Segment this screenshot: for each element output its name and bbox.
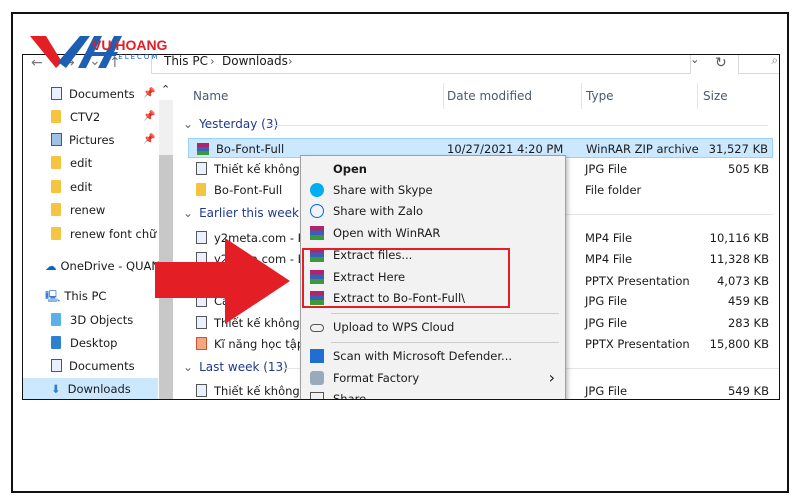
logo-subtext: TELECOM (112, 53, 160, 61)
search-box[interactable]: ⌕ (738, 54, 779, 74)
menu-item-scan-with-microsoft-defender[interactable]: Scan with Microsoft Defender... (301, 346, 565, 367)
sidebar-item-edit[interactable]: edit (51, 152, 92, 174)
sidebar-item-pictures[interactable]: Pictures (51, 129, 115, 151)
refresh-button[interactable]: ↻ (715, 55, 727, 71)
powerpoint-icon (196, 337, 207, 350)
defender-shield-icon (310, 349, 324, 363)
breadcrumb-downloads[interactable]: Downloads (222, 55, 288, 68)
folder-icon (196, 183, 206, 196)
file-size: 549 KB (727, 384, 769, 398)
sidebar-item-downloads[interactable]: ⬇ Downloads (23, 378, 158, 399)
sidebar-item-3d-objects[interactable]: 3D Objects (51, 309, 133, 331)
sidebar-item-onedrive[interactable]: ☁ OneDrive - QUAN (45, 255, 160, 277)
sidebar-item-desktop[interactable]: Desktop (51, 332, 117, 354)
file-type: MP4 File (585, 252, 633, 266)
sidebar-item-documents-pc[interactable]: Documents (51, 355, 135, 377)
menu-separator (331, 342, 559, 343)
menu-item-open[interactable]: Open (301, 159, 565, 180)
menu-item-share-with-skype[interactable]: Share with Skype (301, 180, 565, 201)
computer-icon: 🖳 (45, 289, 61, 303)
pin-icon: 📌 (143, 134, 156, 145)
file-type: MP4 File (585, 231, 633, 245)
sidebar-item-renew[interactable]: renew (51, 199, 105, 221)
pin-icon: 📌 (143, 88, 156, 99)
file-name: Bo-Font-Full (214, 183, 283, 197)
pictures-icon (51, 133, 62, 146)
file-size: 31,527 KB (708, 142, 768, 156)
file-type: JPG File (585, 316, 628, 330)
sidebar-item-renew-font[interactable]: renew font chữ (51, 223, 156, 245)
documents-icon (51, 359, 62, 372)
file-type: PPTX Presentation (585, 274, 690, 288)
winrar-icon (197, 143, 209, 155)
file-type: WinRAR ZIP archive (586, 142, 699, 156)
file-size: 11,328 KB (709, 252, 769, 266)
menu-item-format-factory[interactable]: Format Factory › (301, 368, 565, 389)
sidebar-item-edit[interactable]: edit (51, 176, 92, 198)
download-icon: ⬇ (51, 382, 61, 396)
red-arrow-annotation (155, 238, 290, 324)
extract-options-highlight (302, 248, 510, 308)
pin-icon: 📌 (143, 111, 156, 122)
column-name[interactable]: Name (193, 89, 228, 103)
folder-icon (51, 110, 61, 123)
folder-icon (51, 180, 61, 193)
folder-icon (51, 203, 61, 216)
menu-item-open-with-winrar[interactable]: Open with WinRAR (301, 223, 565, 244)
share-icon (310, 392, 324, 399)
file-size: 459 KB (727, 294, 769, 308)
column-date-modified[interactable]: Date modified (447, 89, 532, 103)
folder-icon (51, 156, 61, 169)
menu-item-share-with-zalo[interactable]: Share with Zalo (301, 201, 565, 222)
skype-icon (310, 183, 324, 197)
winrar-icon (310, 226, 324, 240)
zalo-icon (310, 204, 324, 218)
file-type: PPTX Presentation (585, 337, 690, 351)
file-type: JPG File (585, 384, 628, 398)
file-type: JPG File (585, 294, 628, 308)
group-header[interactable]: ⌄ Yesterday (3) (183, 117, 278, 131)
format-factory-icon (310, 371, 324, 385)
logo-text: VU HOANG (92, 37, 168, 53)
desktop-icon (51, 336, 61, 349)
documents-icon (51, 87, 62, 100)
file-size: 10,116 KB (709, 231, 769, 245)
address-dropdown[interactable]: ⌄ (690, 55, 700, 66)
menu-item-share[interactable]: Share (301, 389, 565, 399)
file-type: File folder (585, 183, 642, 197)
file-size: 505 KB (727, 162, 769, 176)
group-header[interactable]: ⌄ Last week (13) (183, 360, 288, 374)
file-size: 15,800 KB (709, 337, 769, 351)
column-type[interactable]: Type (586, 89, 614, 103)
file-explorer-window: ← → ⌄ ↑ This PC › Downloads › ⌄ ↻ ⌕ Docu… (22, 54, 780, 400)
scroll-up-icon[interactable]: ⌃ (161, 83, 170, 96)
folder-icon (51, 227, 61, 240)
menu-item-upload-to-wps-cloud[interactable]: Upload to WPS Cloud (301, 317, 565, 338)
sidebar-item-ctv2[interactable]: CTV2 (51, 106, 100, 128)
cloud-icon: ☁ (45, 259, 57, 273)
image-file-icon (196, 162, 207, 175)
menu-separator (331, 313, 559, 314)
image-file-icon (196, 384, 207, 397)
3d-objects-icon (51, 313, 61, 326)
file-name: Kĩ năng học tập (214, 337, 305, 351)
sidebar-item-this-pc[interactable]: 🖳 This PC (45, 285, 106, 307)
file-name: Bo-Font-Full (216, 142, 285, 156)
file-type: JPG File (585, 162, 628, 176)
address-bar[interactable]: This PC › Downloads › ⌄ (151, 55, 700, 74)
cloud-icon (310, 324, 324, 332)
submenu-arrow-icon: › (548, 368, 555, 387)
sidebar-item-documents[interactable]: Documents (51, 83, 135, 105)
search-icon: ⌕ (771, 54, 778, 67)
breadcrumb-this-pc[interactable]: This PC (164, 55, 208, 68)
file-size: 283 KB (727, 316, 769, 330)
column-size[interactable]: Size (703, 89, 728, 103)
file-size: 4,073 KB (716, 274, 769, 288)
